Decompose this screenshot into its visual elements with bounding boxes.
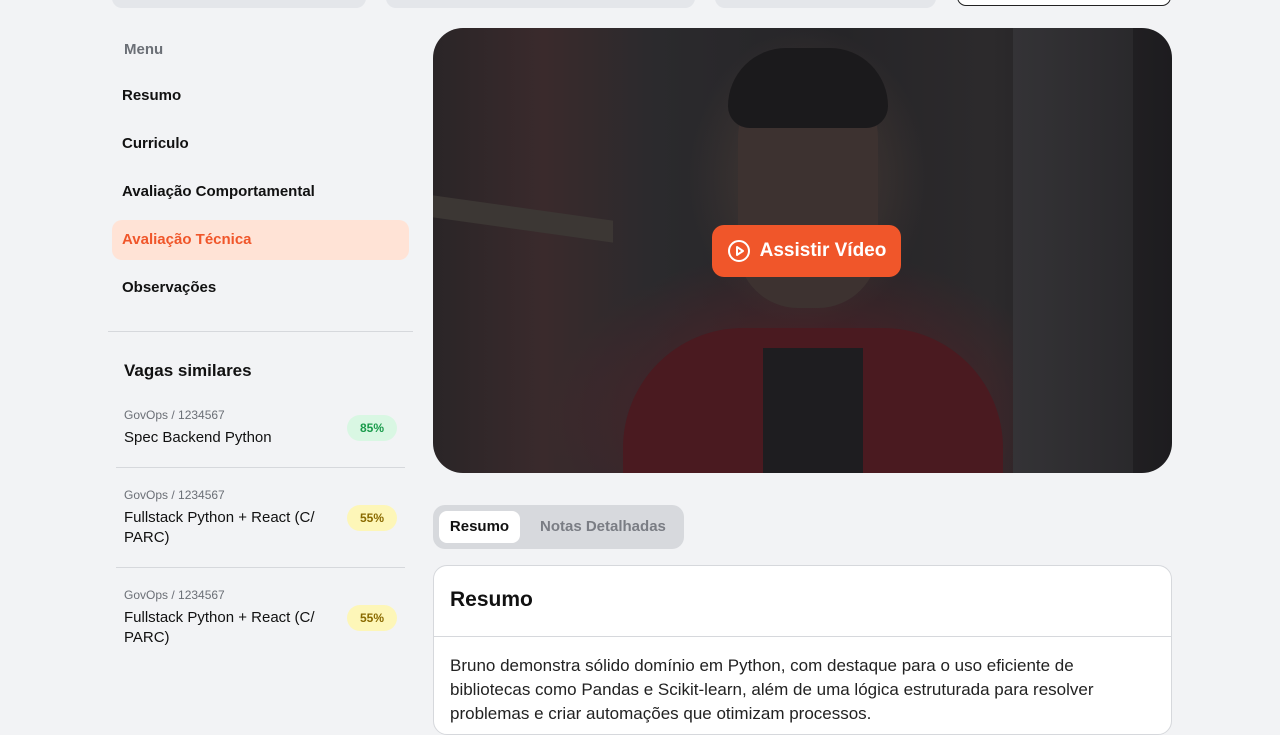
top-filter-pill-1[interactable] [112,0,366,8]
video-player[interactable]: Assistir Vídeo [433,28,1172,473]
tab-notas-detalhadas[interactable]: Notas Detalhadas [540,511,666,543]
top-filter-pill-3[interactable] [715,0,936,8]
summary-card-title: Resumo [450,588,533,611]
menu-item-avaliacao-tecnica[interactable]: Avaliação Técnica [112,220,409,260]
job-name: Fullstack Python + React (C/ PARC) [124,509,315,546]
summary-card: Resumo Bruno demonstra sólido domínio em… [433,565,1172,735]
menu-title: Menu [124,41,164,58]
similar-job-item[interactable]: GovOps / 1234567 Fullstack Python + Reac… [116,488,405,568]
menu-item-avaliacao-comportamental[interactable]: Avaliação Comportamental [112,172,409,212]
watch-video-label: Assistir Vídeo [759,240,887,261]
job-org: GovOps / 1234567 [124,408,225,422]
menu-item-observacoes[interactable]: Observações [112,268,409,308]
summary-card-text: Bruno demonstra sólido domínio em Python… [450,656,1094,723]
video-background-shelf [433,195,613,243]
play-circle-icon [727,239,751,263]
sidebar-divider [108,331,413,332]
similar-job-item[interactable]: GovOps / 1234567 Fullstack Python + Reac… [116,588,405,648]
job-org: GovOps / 1234567 [124,488,225,502]
tab-resumo[interactable]: Resumo [439,511,520,543]
job-org: GovOps / 1234567 [124,588,225,602]
match-badge: 85% [347,415,397,441]
job-name: Spec Backend Python [124,429,272,446]
video-person-hair [728,48,888,128]
summary-card-divider [434,636,1171,637]
similar-jobs-title: Vagas similares [124,361,252,380]
job-name: Fullstack Python + React (C/ PARC) [124,609,315,646]
job-divider [116,467,405,468]
video-background-door [1013,28,1133,473]
match-badge: 55% [347,605,397,631]
video-person-shirt [763,348,863,473]
job-divider [116,567,405,568]
match-badge: 55% [347,505,397,531]
similar-job-item[interactable]: GovOps / 1234567 Spec Backend Python 85% [116,408,405,468]
watch-video-button[interactable]: Assistir Vídeo [712,225,901,277]
menu-item-resumo[interactable]: Resumo [112,76,409,116]
menu-item-curriculo[interactable]: Curriculo [112,124,409,164]
top-filter-pill-2[interactable] [386,0,695,8]
content-tabs: Resumo Notas Detalhadas [433,505,684,549]
avatar-group[interactable] [957,0,1171,6]
